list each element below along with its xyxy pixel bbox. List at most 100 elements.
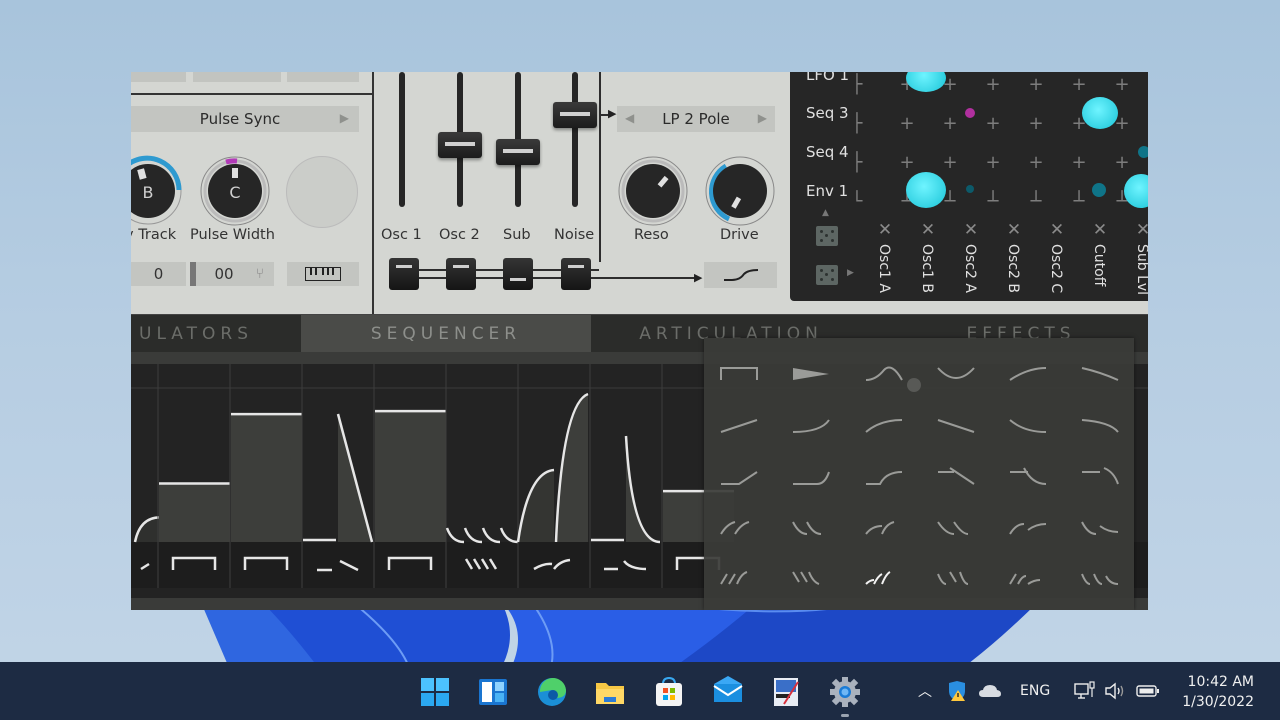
scroll-up-icon[interactable]: ▲ <box>822 208 829 218</box>
shape-option[interactable] <box>865 366 903 381</box>
clear-column-icon[interactable]: ✕ <box>875 220 895 240</box>
mod-amount-dot[interactable] <box>1092 183 1106 197</box>
filter-type-selector[interactable]: ◀ LP 2 Pole ▶ <box>617 106 775 132</box>
mod-amount-dot[interactable] <box>1082 97 1118 129</box>
mod-amount-dot[interactable] <box>906 172 946 208</box>
network-icon[interactable] <box>1074 681 1096 701</box>
fader-track-noise[interactable] <box>572 72 578 207</box>
shape-option[interactable] <box>720 367 758 380</box>
matrix-cell[interactable]: + <box>984 76 1002 94</box>
shape-option[interactable] <box>865 571 891 585</box>
mod-amount-dot[interactable] <box>1138 146 1148 158</box>
noise-route-switch[interactable] <box>561 258 591 290</box>
osc2-route-switch[interactable] <box>446 258 476 290</box>
fine-tune-field[interactable]: 00 ⑂ <box>196 262 274 286</box>
osc1-route-switch[interactable] <box>389 258 419 290</box>
tab-modulators[interactable]: ULATORS <box>131 315 301 352</box>
matrix-cell[interactable]: ├ <box>848 76 866 94</box>
clear-column-icon[interactable]: ✕ <box>1133 220 1148 240</box>
matrix-cell[interactable]: + <box>941 115 959 133</box>
volume-icon[interactable] <box>1104 682 1126 700</box>
shape-option[interactable] <box>792 571 820 585</box>
matrix-cell[interactable]: ┴ <box>1027 193 1045 211</box>
mod-amount-dot[interactable] <box>965 108 975 118</box>
shape-option[interactable] <box>1081 367 1119 381</box>
shape-option[interactable] <box>1081 573 1119 585</box>
show-hidden-icons-chevron[interactable]: ︿ <box>918 681 932 701</box>
onedrive-cloud-icon[interactable] <box>978 683 1002 699</box>
step-3-bar[interactable] <box>231 414 302 542</box>
matrix-cell[interactable]: + <box>1113 154 1131 172</box>
randomize-dice-icon[interactable] <box>816 226 838 246</box>
sync-mode-selector[interactable]: Pulse Sync ▶ <box>131 106 359 132</box>
clear-column-icon[interactable]: ✕ <box>961 220 981 240</box>
reso-knob[interactable] <box>616 154 690 228</box>
paint-icon[interactable] <box>770 676 802 708</box>
shape-option[interactable] <box>938 467 975 485</box>
pulse-width-knob[interactable]: C <box>198 154 272 228</box>
matrix-cell[interactable]: + <box>1027 115 1045 133</box>
shape-option[interactable] <box>1009 419 1047 433</box>
matrix-cell[interactable]: + <box>984 115 1002 133</box>
matrix-cell[interactable]: + <box>1027 154 1045 172</box>
file-explorer-icon[interactable] <box>594 676 626 708</box>
shape-option[interactable] <box>720 571 748 585</box>
tab-sequencer[interactable]: SEQUENCER <box>301 315 591 352</box>
sub-route-switch[interactable] <box>503 258 533 290</box>
stub-control[interactable] <box>131 72 186 82</box>
stub-control[interactable] <box>193 72 281 82</box>
shape-option[interactable] <box>866 471 903 485</box>
transpose-field[interactable]: 0 <box>131 262 186 286</box>
fader-handle-sub[interactable] <box>496 139 540 165</box>
matrix-cell[interactable]: ├ <box>848 115 866 133</box>
shape-option[interactable] <box>721 471 758 485</box>
shape-option[interactable] <box>792 521 822 535</box>
matrix-cell[interactable]: ├ <box>848 154 866 172</box>
shape-option[interactable] <box>1082 467 1119 485</box>
shape-option[interactable] <box>1010 467 1047 485</box>
shape-option[interactable] <box>720 521 750 535</box>
matrix-cell[interactable]: ┴ <box>1070 193 1088 211</box>
shape-option[interactable] <box>937 367 975 379</box>
keyboard-button[interactable] <box>287 262 359 286</box>
matrix-cell[interactable]: ┴ <box>984 193 1002 211</box>
tuning-fork-icon[interactable]: ⑂ <box>256 266 264 282</box>
shape-option[interactable] <box>793 471 830 485</box>
matrix-cell[interactable]: + <box>898 115 916 133</box>
key-track-knob[interactable]: B <box>131 154 185 228</box>
next-arrow-icon[interactable]: ▶ <box>340 111 349 125</box>
fader-track-osc1[interactable] <box>399 72 405 207</box>
stub-control[interactable] <box>287 72 359 82</box>
matrix-cell[interactable]: + <box>1113 76 1131 94</box>
clear-column-icon[interactable]: ✕ <box>1004 220 1024 240</box>
fader-handle-osc2[interactable] <box>438 132 482 158</box>
microsoft-store-icon[interactable] <box>653 676 685 708</box>
matrix-cell[interactable]: └ <box>848 193 866 211</box>
battery-icon[interactable] <box>1136 684 1160 698</box>
shape-option[interactable] <box>792 419 830 433</box>
scroll-right-icon[interactable]: ▶ <box>847 268 854 278</box>
saturation-curve-button[interactable] <box>704 262 777 288</box>
clear-column-icon[interactable]: ✕ <box>1047 220 1067 240</box>
edge-icon[interactable] <box>536 676 568 708</box>
matrix-cell[interactable]: + <box>941 154 959 172</box>
matrix-cell[interactable]: + <box>1027 76 1045 94</box>
start-icon[interactable] <box>419 676 451 708</box>
shape-picker-grid[interactable] <box>704 338 1134 610</box>
clock[interactable]: 10:42 AM 1/30/2022 <box>1182 672 1254 712</box>
input-language[interactable]: ENG <box>1020 683 1050 699</box>
shape-option[interactable] <box>865 419 903 433</box>
shape-option[interactable] <box>720 419 758 433</box>
clear-column-icon[interactable]: ✕ <box>918 220 938 240</box>
randomize-dice-icon[interactable] <box>816 265 838 285</box>
fader-handle-noise[interactable] <box>553 102 597 128</box>
matrix-cell[interactable]: + <box>1070 154 1088 172</box>
matrix-cell[interactable]: + <box>898 154 916 172</box>
shape-option[interactable] <box>937 571 969 585</box>
shape-option[interactable] <box>1009 523 1047 535</box>
shape-option[interactable] <box>1081 521 1119 535</box>
mail-icon[interactable] <box>712 676 744 708</box>
security-warning-icon[interactable] <box>946 680 968 702</box>
shape-option[interactable] <box>1009 367 1047 381</box>
next-arrow-icon[interactable]: ▶ <box>758 111 767 125</box>
